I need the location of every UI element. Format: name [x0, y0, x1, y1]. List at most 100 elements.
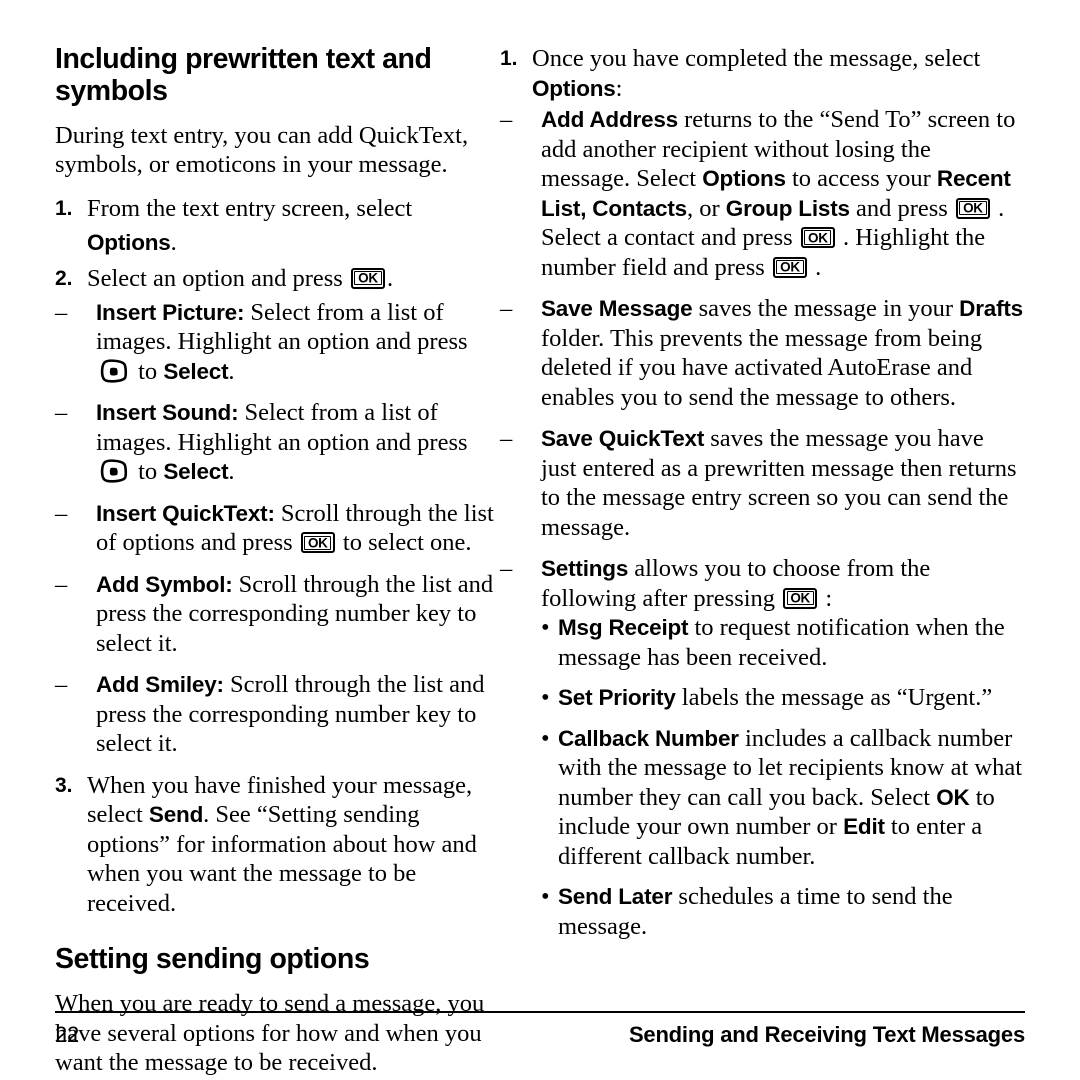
- bullet-marker: •: [541, 684, 550, 711]
- step-text-tail: .: [386, 264, 394, 292]
- ok-key-icon: OK: [772, 256, 807, 278]
- footer-row: 22 Sending and Receiving Text Messages: [55, 1022, 1025, 1048]
- ok-key-icon: OK: [800, 227, 835, 248]
- item-text-4: and press: [849, 194, 954, 222]
- ui-term: Insert Picture:: [96, 299, 245, 325]
- step-text: From the text entry screen, select: [87, 194, 413, 222]
- numbered-steps-list-continued: 3. When you have finished your message, s…: [55, 771, 500, 919]
- ok-key-icon: OK: [783, 587, 818, 609]
- item-text-2: :: [819, 584, 833, 612]
- item-text-2: folder. This prevents the message from b…: [541, 324, 983, 411]
- list-item: • Set Priority labels the message as “Urg…: [541, 683, 1025, 713]
- list-item: – Insert Picture: Select from a list of i…: [55, 298, 500, 387]
- footer-divider: [55, 1011, 1025, 1014]
- list-marker: 3.: [55, 773, 73, 797]
- item-text-3: .: [228, 458, 235, 486]
- bullet-text: labels the message as “Urgent.”: [675, 684, 993, 711]
- ui-term: Options: [87, 229, 171, 255]
- dash-marker: –: [55, 570, 68, 598]
- ui-term: Options: [532, 75, 616, 101]
- soft-key-icon: [99, 359, 129, 385]
- list-item: • Send Later schedules a time to send the…: [541, 882, 1025, 941]
- ui-term-3: Edit: [843, 814, 885, 839]
- running-title: Sending and Receiving Text Messages: [628, 1022, 1025, 1048]
- list-item: 1. Once you have completed the message, s…: [500, 44, 1025, 103]
- settings-bullet-list: • Msg Receipt to request notification whe…: [541, 613, 1025, 941]
- ok-key-icon: OK: [350, 267, 385, 289]
- list-item: – Add Symbol: Scroll through the list and…: [55, 570, 500, 659]
- ok-key-label: OK: [307, 535, 328, 551]
- list-item: – Settings allows you to choose from the …: [500, 554, 1025, 941]
- ok-key-label: OK: [780, 259, 800, 275]
- list-item: – Insert QuickText: Scroll through the li…: [55, 499, 500, 558]
- list-marker: 1.: [500, 47, 518, 70]
- manual-page: Including prewritten text and symbols Du…: [0, 0, 1080, 1080]
- ok-key-label: OK: [963, 200, 983, 216]
- insert-options-list: – Insert Picture: Select from a list of i…: [55, 298, 500, 759]
- ui-term-2: Select: [163, 459, 229, 485]
- item-text-2: to access your: [785, 165, 937, 192]
- ui-term: Send: [148, 802, 204, 828]
- list-item: – Add Smiley: Scroll through the list and…: [55, 670, 500, 759]
- page-footer: 22 Sending and Receiving Text Messages: [55, 1011, 1025, 1071]
- list-item: 1. From the text entry screen, select Opt…: [55, 192, 500, 260]
- intro-paragraph: During text entry, you can add QuickText…: [55, 121, 469, 179]
- dash-marker: –: [500, 106, 513, 133]
- dash-marker: –: [55, 671, 68, 699]
- item-text-3: , or: [686, 194, 726, 222]
- ui-term-2: Select: [163, 358, 229, 384]
- bullet-marker: •: [541, 883, 550, 910]
- dash-marker: –: [55, 298, 68, 326]
- list-item: – Save QuickText saves the message you ha…: [500, 424, 1025, 542]
- ui-term: Settings: [541, 556, 629, 581]
- left-column: Including prewritten text and symbols Du…: [0, 0, 500, 1076]
- ui-term: Insert Sound:: [96, 400, 239, 426]
- soft-key-icon: [99, 459, 129, 485]
- step-text-tail: :: [615, 74, 623, 102]
- page-title: Including prewritten text and symbols: [55, 43, 432, 107]
- list-item: 3. When you have finished your message, s…: [55, 771, 500, 919]
- sending-options-steps: 1. Once you have completed the message, s…: [500, 44, 1025, 103]
- sending-options-list: – Add Address returns to the “Send To” sc…: [500, 105, 1025, 941]
- list-item: – Save Message saves the message in your …: [500, 294, 1025, 412]
- ui-term: Send Later: [558, 884, 673, 909]
- item-text-2: to: [132, 357, 164, 385]
- ui-term-2: Options: [702, 166, 786, 191]
- ui-term-4: Group Lists: [725, 195, 850, 221]
- ui-term-2: OK: [936, 784, 970, 810]
- dash-marker: –: [500, 425, 513, 452]
- ui-term: Add Smiley:: [96, 672, 224, 698]
- ui-term: Set Priority: [558, 685, 676, 710]
- step-text: Once you have completed the message, sel…: [532, 45, 981, 72]
- ui-term: Add Address: [541, 107, 678, 132]
- ui-term: Insert QuickText:: [96, 500, 275, 526]
- item-text-2: to select one.: [336, 529, 472, 557]
- ok-key-icon: OK: [300, 532, 335, 554]
- right-column: 1. Once you have completed the message, s…: [500, 0, 1080, 1000]
- ui-term: Save QuickText: [541, 426, 705, 451]
- two-column-body: Including prewritten text and symbols Du…: [0, 0, 1080, 1076]
- dash-marker: –: [55, 499, 68, 527]
- item-text-7: .: [808, 253, 822, 281]
- list-item: – Insert Sound: Select from a list of ima…: [55, 398, 500, 487]
- dash-marker: –: [55, 399, 68, 427]
- ui-term: Callback Number: [558, 725, 739, 751]
- ui-term: Save Message: [541, 296, 693, 321]
- ok-key-label: OK: [358, 270, 378, 286]
- ui-term: Add Symbol:: [96, 571, 233, 597]
- item-text-3: .: [228, 357, 235, 385]
- ui-term-2: Drafts: [959, 296, 1023, 321]
- list-item: • Callback Number includes a callback num…: [541, 724, 1025, 872]
- list-item: • Msg Receipt to request notification whe…: [541, 613, 1025, 672]
- list-marker: 2.: [55, 266, 73, 290]
- step-text: Select an option and press: [87, 264, 349, 292]
- section-heading-setting-sending-options: Setting sending options: [55, 943, 370, 976]
- page-number: 22: [55, 1022, 80, 1048]
- list-item: – Add Address returns to the “Send To” sc…: [500, 105, 1025, 282]
- list-item: 2. Select an option and press OK.: [55, 262, 500, 296]
- dash-marker: –: [500, 555, 513, 582]
- ui-term: Msg Receipt: [558, 615, 689, 640]
- step-text-tail: .: [170, 228, 177, 256]
- numbered-steps-list: 1. From the text entry screen, select Opt…: [55, 192, 500, 296]
- list-marker: 1.: [55, 196, 73, 220]
